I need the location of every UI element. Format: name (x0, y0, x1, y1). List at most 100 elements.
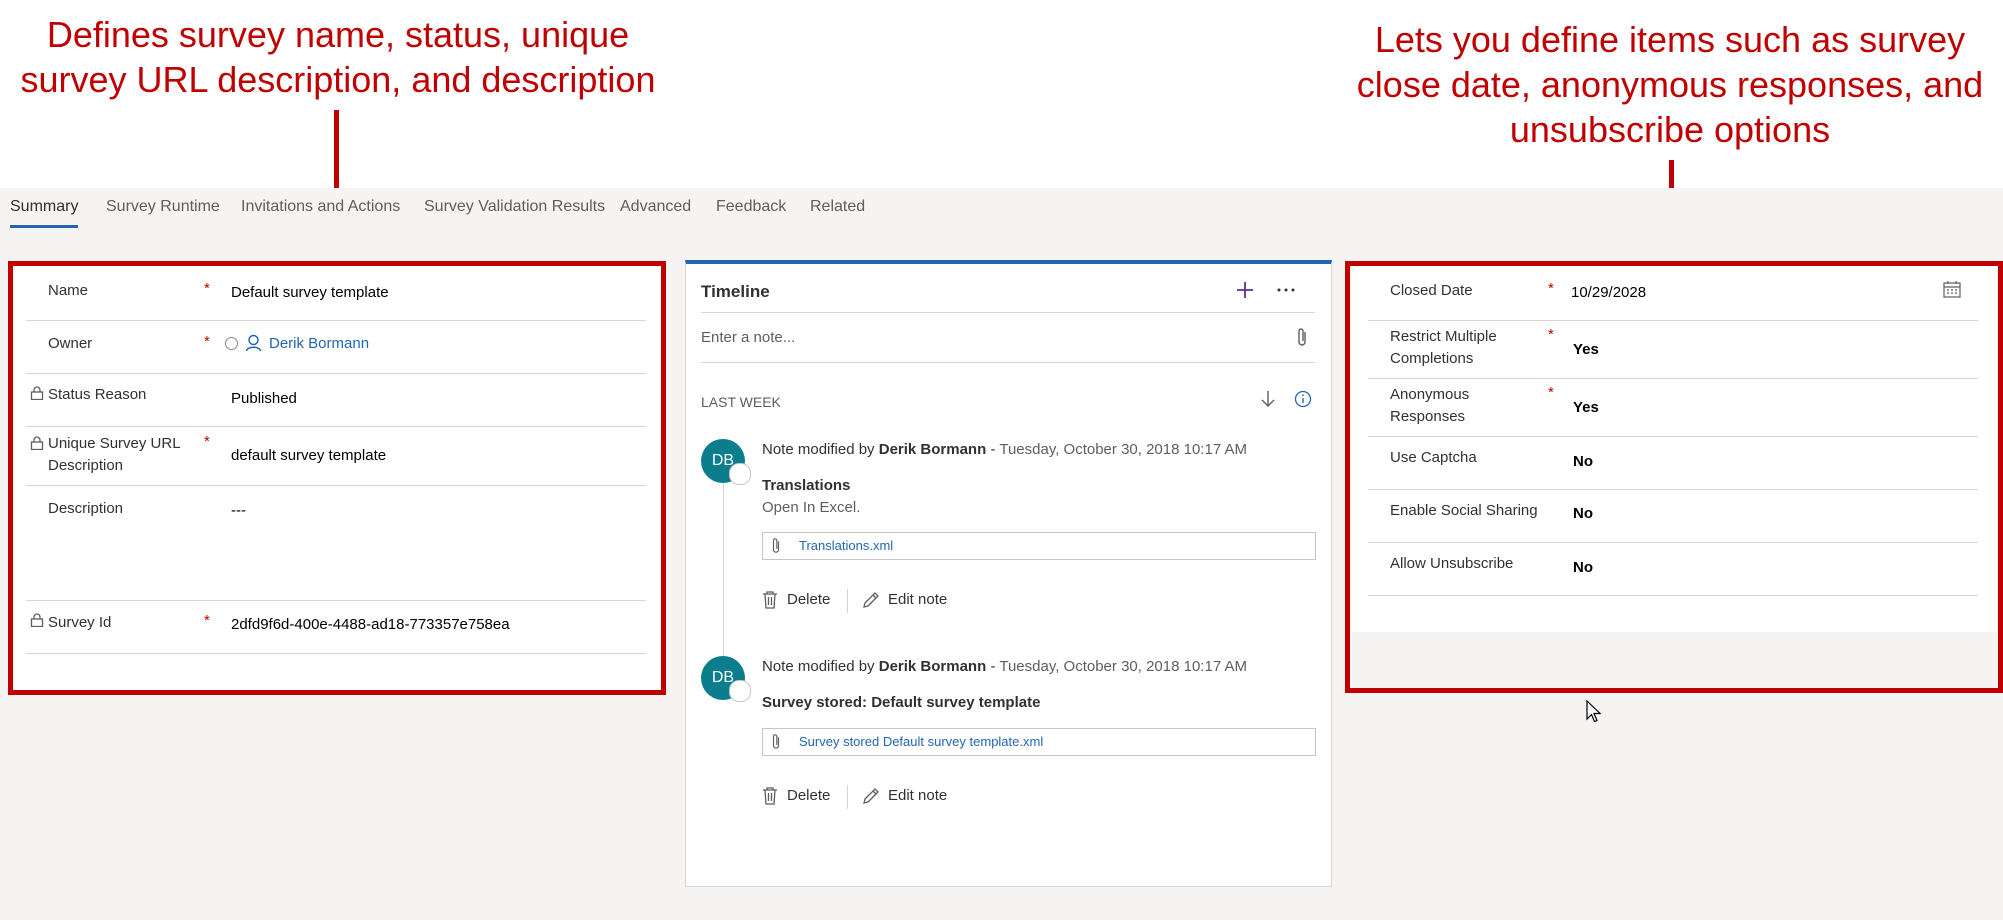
sort-arrow-down-icon[interactable] (1260, 389, 1276, 409)
entry-2-attachment-name[interactable]: Survey stored Default survey template.xm… (799, 734, 1043, 749)
lock-icon (30, 386, 44, 400)
entry-2-attachment[interactable]: Survey stored Default survey template.xm… (762, 728, 1316, 756)
entry-1-prefix: Note modified by (762, 441, 875, 458)
use-captcha-label: Use Captcha (1390, 449, 1477, 466)
note-badge-icon (729, 680, 751, 702)
left-callout-text: Defines survey name, status, unique surv… (0, 12, 676, 102)
delete-icon[interactable] (762, 591, 778, 609)
allow-unsubscribe-value[interactable]: No (1573, 557, 1593, 579)
lock-icon (30, 613, 44, 627)
paperclip-icon (772, 538, 780, 553)
field-row-anonymous-responses: Anonymous Responses * Yes (1368, 379, 1978, 437)
tab-invitations-and-actions[interactable]: Invitations and Actions (241, 198, 400, 216)
field-row-closed-date: Closed Date * 10/29/2028 (1368, 275, 1978, 321)
owner-required-mark: * (204, 333, 210, 350)
field-row-enable-social-sharing: Enable Social Sharing No (1368, 490, 1978, 543)
edit-icon[interactable] (862, 591, 880, 609)
edit-icon[interactable] (862, 787, 880, 805)
unique-url-label-line-2: Description (48, 457, 124, 474)
unique-url-label-line-1: Unique Survey URL (48, 435, 181, 452)
field-row-owner: Owner * Derik Bormann (26, 321, 646, 374)
restrict-label-line-1: Restrict Multiple (1390, 328, 1497, 345)
right-callout-line-1: Lets you define items such as survey (1374, 19, 1966, 60)
add-icon[interactable] (1235, 280, 1255, 300)
timeline-panel: Timeline Enter a note... LAST WEEK DB No… (685, 260, 1332, 887)
paperclip-icon (772, 734, 780, 749)
section-last-week: LAST WEEK (701, 394, 781, 410)
entry-2-header: Note modified by Derik Bormann - Tuesday… (762, 658, 1247, 675)
note-badge-icon (729, 463, 751, 485)
lock-icon (30, 436, 44, 450)
entry-1-attachment[interactable]: Translations.xml (762, 532, 1316, 560)
restrict-value[interactable]: Yes (1573, 339, 1599, 361)
entry-2-author[interactable]: Derik Bormann (879, 658, 987, 675)
action-divider (847, 589, 848, 613)
anonymous-required-mark: * (1548, 384, 1554, 401)
anonymous-label-line-1: Anonymous (1390, 386, 1470, 403)
tab-feedback[interactable]: Feedback (716, 198, 786, 216)
name-required-mark: * (204, 280, 210, 297)
anonymous-label: Anonymous Responses (1390, 384, 1469, 428)
left-callout-line-1: Defines survey name, status, unique (46, 14, 630, 55)
action-divider (847, 785, 848, 809)
enable-social-sharing-value[interactable]: No (1573, 503, 1593, 525)
right-callout-line-3: unsubscribe options (1509, 109, 1831, 150)
delete-button[interactable]: Delete (787, 591, 830, 608)
anonymous-label-line-2: Responses (1390, 408, 1466, 425)
anonymous-value[interactable]: Yes (1573, 397, 1599, 419)
restrict-required-mark: * (1548, 326, 1554, 343)
unique-url-label: Unique Survey URL Description (48, 433, 181, 477)
right-callout-text: Lets you define items such as survey clo… (1340, 17, 2000, 152)
allow-unsubscribe-label: Allow Unsubscribe (1390, 555, 1514, 572)
entry-1-title: Translations (762, 477, 851, 494)
delete-button[interactable]: Delete (787, 787, 830, 804)
tab-related[interactable]: Related (810, 198, 865, 216)
entry-2-title: Survey stored: Default survey template (762, 694, 1041, 711)
field-row-restrict-multiple-completions: Restrict Multiple Completions * Yes (1368, 321, 1978, 379)
timeline-title: Timeline (701, 282, 770, 301)
edit-note-button[interactable]: Edit note (888, 591, 947, 608)
entry-2-prefix: Note modified by (762, 658, 875, 675)
tab-survey-runtime[interactable]: Survey Runtime (106, 198, 220, 216)
entry-1-header: Note modified by Derik Bormann - Tuesday… (762, 441, 1247, 458)
entry-1-date: Tuesday, October 30, 2018 10:17 AM (999, 441, 1247, 458)
timeline-header-divider (701, 312, 1315, 313)
field-row-unique-url-description: Unique Survey URL Description * default … (26, 427, 646, 486)
field-row-name: Name * Default survey template (26, 275, 646, 321)
timeline-connector (723, 479, 724, 679)
info-icon[interactable] (1294, 390, 1312, 408)
entry-1-author[interactable]: Derik Bormann (879, 441, 987, 458)
person-icon (245, 334, 262, 352)
field-row-survey-id: Survey Id * 2dfd9f6d-400e-4488-ad18-7733… (26, 601, 646, 654)
calendar-icon[interactable] (1943, 281, 1961, 298)
name-value[interactable]: Default survey template (231, 282, 389, 304)
owner-label: Owner (48, 335, 93, 352)
closed-date-required-mark: * (1548, 280, 1554, 297)
left-callout-line-2: survey URL description, and description (20, 59, 656, 100)
field-row-description: Description --- (26, 486, 646, 601)
survey-id-value: 2dfd9f6d-400e-4488-ad18-773357e758ea (231, 616, 510, 633)
paperclip-icon[interactable] (1296, 327, 1308, 347)
delete-icon[interactable] (762, 787, 778, 805)
tab-advanced[interactable]: Advanced (620, 198, 691, 216)
entry-2-date: Tuesday, October 30, 2018 10:17 AM (999, 658, 1247, 675)
status-reason-label: Status Reason (48, 386, 147, 403)
survey-id-label: Survey Id (48, 614, 112, 631)
note-input[interactable]: Enter a note... (701, 329, 1261, 346)
owner-link[interactable]: Derik Bormann (269, 333, 369, 355)
note-input-divider (701, 362, 1315, 363)
tab-survey-validation-results[interactable]: Survey Validation Results (424, 198, 605, 216)
tab-summary[interactable]: Summary (10, 198, 79, 228)
closed-date-value[interactable]: 10/29/2028 (1571, 282, 1646, 304)
closed-date-label: Closed Date (1390, 282, 1473, 299)
description-label: Description (48, 500, 124, 517)
unique-url-value[interactable]: default survey template (231, 445, 386, 467)
use-captcha-value[interactable]: No (1573, 451, 1593, 473)
entry-1-attachment-name[interactable]: Translations.xml (799, 538, 893, 553)
status-reason-value: Published (231, 390, 297, 407)
description-value[interactable]: --- (231, 500, 246, 522)
field-row-use-captcha: Use Captcha No (1368, 437, 1978, 490)
unique-url-required-mark: * (204, 433, 210, 450)
more-options-icon[interactable] (1276, 287, 1296, 293)
edit-note-button[interactable]: Edit note (888, 787, 947, 804)
